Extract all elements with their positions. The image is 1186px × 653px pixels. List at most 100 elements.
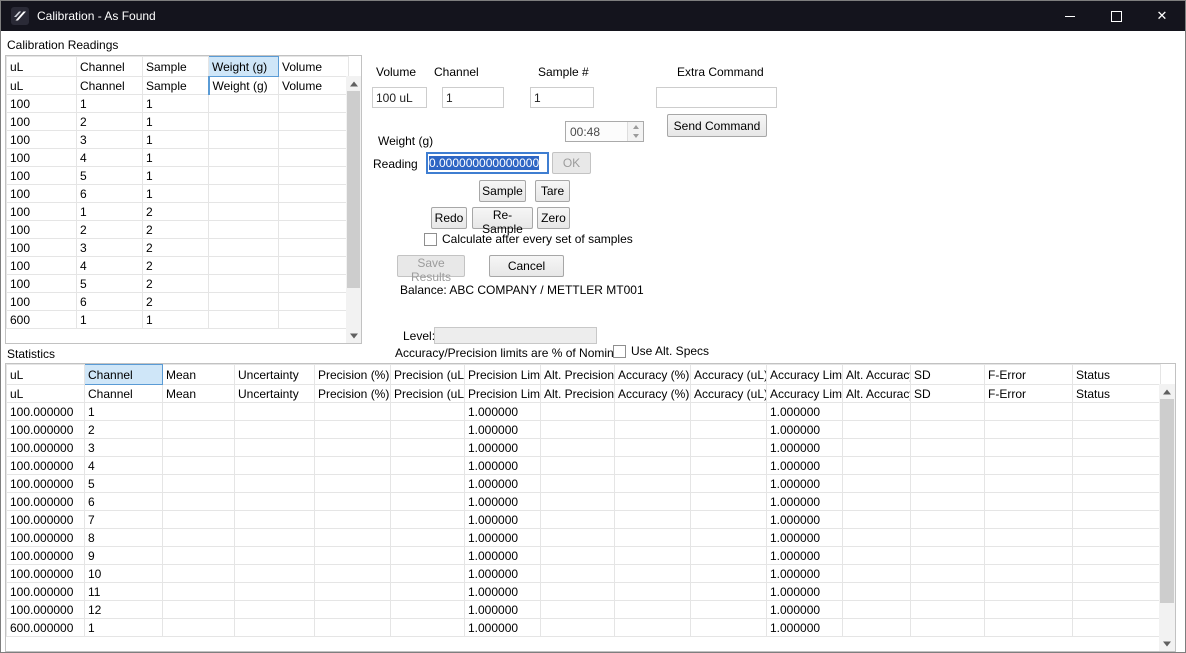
table-cell[interactable]: 1.000000 xyxy=(465,403,541,421)
table-cell[interactable] xyxy=(315,439,391,457)
table-row[interactable]: 100.00000091.0000001.000000 xyxy=(7,547,1161,565)
table-cell[interactable] xyxy=(615,493,691,511)
table-row[interactable]: 10032 xyxy=(7,239,349,257)
table-cell[interactable] xyxy=(163,511,235,529)
table-cell[interactable] xyxy=(911,619,985,637)
table-row[interactable]: 100.00000031.0000001.000000 xyxy=(7,439,1161,457)
table-cell[interactable]: 6 xyxy=(77,185,143,203)
table-cell[interactable]: 1.000000 xyxy=(465,565,541,583)
table-cell[interactable] xyxy=(615,511,691,529)
table-cell[interactable] xyxy=(541,439,615,457)
table-cell[interactable] xyxy=(235,529,315,547)
column-header-ul[interactable]: uL xyxy=(7,385,85,403)
table-row[interactable]: 100.00000061.0000001.000000 xyxy=(7,493,1161,511)
column-header-channel[interactable]: Channel xyxy=(77,57,143,77)
table-cell[interactable] xyxy=(315,457,391,475)
table-cell[interactable] xyxy=(615,475,691,493)
table-cell[interactable] xyxy=(691,619,767,637)
table-cell[interactable] xyxy=(209,275,279,293)
table-cell[interactable] xyxy=(315,511,391,529)
table-cell[interactable]: 1.000000 xyxy=(767,529,843,547)
table-cell[interactable]: 1.000000 xyxy=(767,493,843,511)
table-cell[interactable]: 3 xyxy=(77,239,143,257)
table-cell[interactable] xyxy=(235,511,315,529)
table-row[interactable]: 10012 xyxy=(7,203,349,221)
table-cell[interactable] xyxy=(391,547,465,565)
table-cell[interactable]: 6 xyxy=(85,493,163,511)
table-cell[interactable]: 1.000000 xyxy=(767,511,843,529)
table-cell[interactable]: 4 xyxy=(85,457,163,475)
table-cell[interactable] xyxy=(843,583,911,601)
table-cell[interactable] xyxy=(1073,439,1161,457)
table-cell[interactable] xyxy=(235,619,315,637)
scroll-up-icon[interactable] xyxy=(1159,384,1175,399)
column-header-sample[interactable]: Sample xyxy=(143,57,209,77)
table-row[interactable]: 100.00000051.0000001.000000 xyxy=(7,475,1161,493)
table-cell[interactable]: 6 xyxy=(77,293,143,311)
column-header-uncertainty[interactable]: Uncertainty xyxy=(235,385,315,403)
table-cell[interactable]: 1.000000 xyxy=(767,583,843,601)
column-header-f-error[interactable]: F-Error xyxy=(985,365,1073,385)
save-results-button[interactable]: Save Results xyxy=(397,255,465,277)
zero-button[interactable]: Zero xyxy=(537,207,570,229)
table-cell[interactable] xyxy=(279,221,349,239)
table-cell[interactable] xyxy=(615,565,691,583)
table-cell[interactable] xyxy=(843,601,911,619)
table-cell[interactable] xyxy=(1073,403,1161,421)
table-cell[interactable] xyxy=(985,493,1073,511)
table-cell[interactable]: 100 xyxy=(7,95,77,113)
table-row[interactable]: 100.000000101.0000001.000000 xyxy=(7,565,1161,583)
column-header-f-error[interactable]: F-Error xyxy=(985,385,1073,403)
column-header-channel[interactable]: Channel xyxy=(77,77,143,95)
sample-button[interactable]: Sample xyxy=(479,180,526,202)
table-cell[interactable] xyxy=(985,529,1073,547)
send-command-button[interactable]: Send Command xyxy=(667,114,767,137)
table-cell[interactable]: 100 xyxy=(7,185,77,203)
table-cell[interactable] xyxy=(911,403,985,421)
table-cell[interactable] xyxy=(911,565,985,583)
table-cell[interactable] xyxy=(691,475,767,493)
table-cell[interactable]: 100.000000 xyxy=(7,475,85,493)
table-cell[interactable] xyxy=(985,601,1073,619)
table-cell[interactable] xyxy=(391,529,465,547)
table-cell[interactable] xyxy=(163,475,235,493)
table-cell[interactable] xyxy=(315,529,391,547)
table-cell[interactable] xyxy=(843,565,911,583)
ok-button[interactable]: OK xyxy=(552,152,591,174)
table-cell[interactable]: 1.000000 xyxy=(767,619,843,637)
table-cell[interactable] xyxy=(1073,547,1161,565)
table-cell[interactable]: 1 xyxy=(143,149,209,167)
table-cell[interactable] xyxy=(209,131,279,149)
table-cell[interactable]: 100 xyxy=(7,167,77,185)
table-cell[interactable]: 1.000000 xyxy=(767,547,843,565)
table-cell[interactable] xyxy=(985,475,1073,493)
table-row[interactable]: 10042 xyxy=(7,257,349,275)
table-cell[interactable] xyxy=(615,547,691,565)
table-cell[interactable] xyxy=(235,565,315,583)
column-header-alt-accuracy[interactable]: Alt. Accuracy xyxy=(843,365,911,385)
volume-input[interactable] xyxy=(372,87,427,108)
table-cell[interactable]: 2 xyxy=(143,203,209,221)
table-cell[interactable] xyxy=(691,403,767,421)
table-cell[interactable] xyxy=(541,403,615,421)
table-cell[interactable]: 100 xyxy=(7,275,77,293)
table-cell[interactable] xyxy=(541,457,615,475)
table-cell[interactable] xyxy=(209,203,279,221)
table-cell[interactable] xyxy=(1073,619,1161,637)
table-cell[interactable]: 1.000000 xyxy=(465,619,541,637)
table-cell[interactable] xyxy=(279,131,349,149)
table-cell[interactable] xyxy=(1073,493,1161,511)
column-header-sample[interactable]: Sample xyxy=(143,77,209,95)
table-cell[interactable] xyxy=(235,457,315,475)
table-cell[interactable] xyxy=(1073,529,1161,547)
column-header-ul[interactable]: uL xyxy=(7,77,77,95)
table-cell[interactable] xyxy=(279,293,349,311)
table-cell[interactable]: 1.000000 xyxy=(465,547,541,565)
table-cell[interactable] xyxy=(163,601,235,619)
table-cell[interactable] xyxy=(911,475,985,493)
table-cell[interactable]: 100.000000 xyxy=(7,511,85,529)
table-cell[interactable] xyxy=(391,493,465,511)
table-cell[interactable] xyxy=(691,565,767,583)
column-header-accuracy-limit[interactable]: Accuracy Limit xyxy=(767,365,843,385)
table-cell[interactable] xyxy=(209,149,279,167)
